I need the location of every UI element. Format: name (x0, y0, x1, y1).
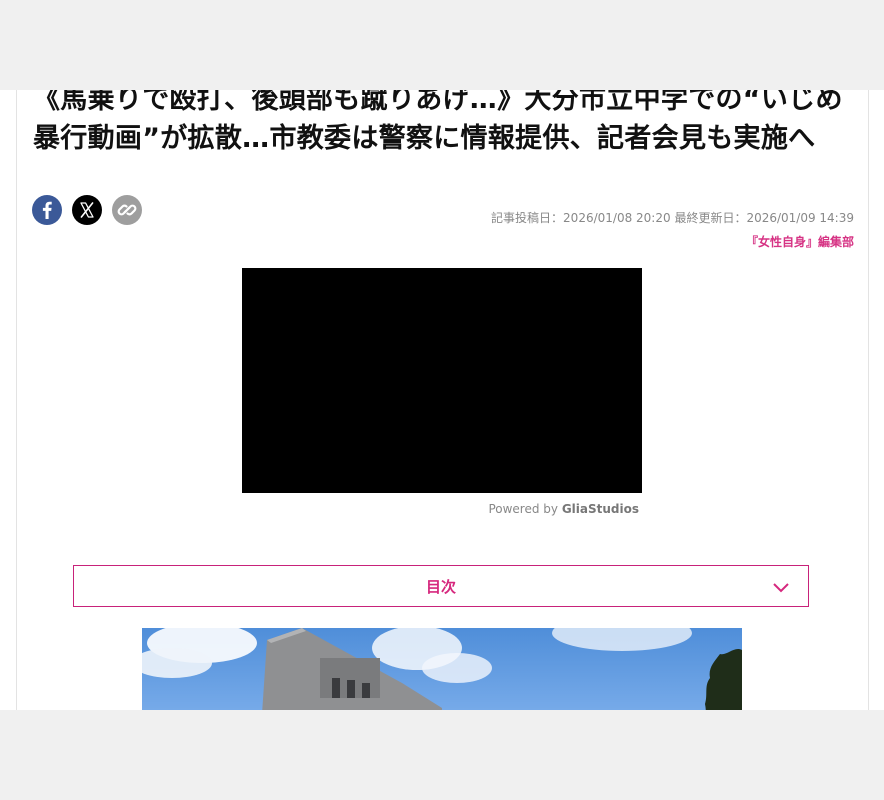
posted-date: 記事投稿日：2026/01/08 20:20 (491, 211, 671, 225)
x-share-button[interactable] (72, 195, 102, 225)
article-dates: 記事投稿日：2026/01/08 20:20 最終更新日：2026/01/09 … (491, 206, 854, 230)
article-photo (142, 628, 742, 710)
link-icon (117, 204, 137, 216)
article-title: 《馬乗りで殴打、後頭部も蹴りあげ…》大分市立中学での“いじめ暴行動画”が拡散…市… (33, 90, 843, 154)
video-player[interactable] (242, 268, 642, 493)
share-buttons (32, 195, 142, 225)
toc-label: 目次 (425, 577, 456, 596)
building-photo-graphic (142, 628, 742, 710)
updated-date: 最終更新日：2026/01/09 14:39 (674, 211, 854, 225)
table-of-contents-toggle[interactable]: 目次 (73, 565, 809, 607)
article-card: 《馬乗りで殴打、後頭部も蹴りあげ…》大分市立中学での“いじめ暴行動画”が拡散…市… (16, 90, 869, 710)
facebook-share-button[interactable] (32, 195, 62, 225)
facebook-icon (42, 201, 52, 219)
article-meta: 記事投稿日：2026/01/08 20:20 最終更新日：2026/01/09 … (491, 206, 854, 254)
x-icon (80, 202, 94, 218)
powered-by-label: Powered by (488, 502, 562, 516)
browser-viewport: 《馬乗りで殴打、後頭部も蹴りあげ…》大分市立中学での“いじめ暴行動画”が拡散…市… (0, 90, 884, 710)
chevron-down-icon (773, 583, 789, 593)
editor-link[interactable]: 『女性自身』編集部 (491, 230, 854, 254)
copy-link-button[interactable] (112, 195, 142, 225)
glia-studios-link[interactable]: GliaStudios (562, 502, 639, 516)
video-credit: Powered by GliaStudios (242, 502, 639, 516)
